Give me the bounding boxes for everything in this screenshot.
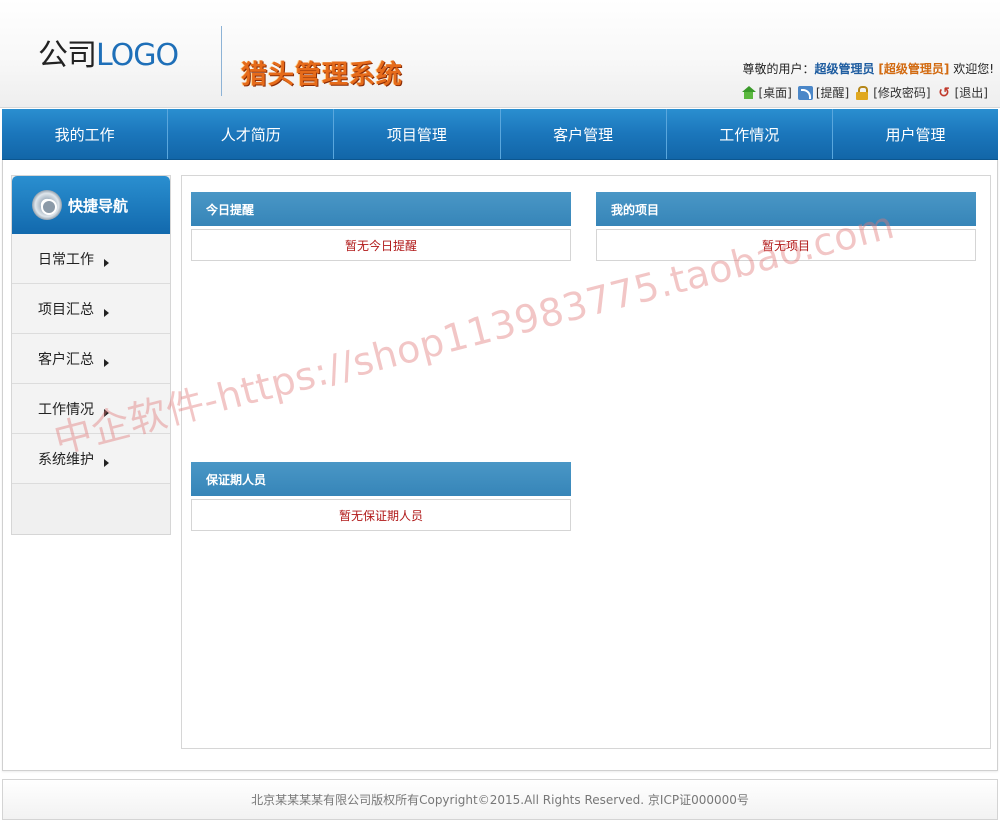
- copyright-text: 北京某某某某有限公司版权所有Copyright©2015.All Rights …: [251, 793, 749, 807]
- sidebar-item-daily-work[interactable]: 日常工作: [12, 234, 170, 284]
- logout-link-label: [退出]: [954, 86, 988, 100]
- exit-icon: ↺: [938, 85, 950, 101]
- arrow-right-icon: [104, 308, 109, 317]
- sidebar-item-label: 客户汇总: [38, 351, 94, 368]
- page-header: 公司LOGO 猎头管理系统 尊敬的用户：超级管理员 [超级管理员] 欢迎您! […: [0, 0, 1000, 108]
- change-password-link[interactable]: [修改密码]: [855, 84, 931, 102]
- sidebar-item-label: 系统维护: [38, 451, 94, 468]
- sidebar-item-label: 工作情况: [38, 401, 94, 418]
- change-password-link-label: [修改密码]: [873, 86, 931, 100]
- user-greeting: 尊敬的用户：超级管理员 [超级管理员] 欢迎您!: [743, 60, 994, 78]
- logo-divider: [221, 26, 222, 96]
- company-logo: 公司LOGO: [38, 38, 179, 74]
- greeting-prefix: 尊敬的用户：: [742, 62, 815, 76]
- panel-empty-text: 暂无保证期人员: [191, 499, 571, 531]
- system-title: 猎头管理系统: [241, 60, 404, 90]
- gear-icon: [32, 190, 62, 220]
- user-role: [超级管理员]: [878, 62, 950, 76]
- user-name: 超级管理员: [814, 62, 875, 76]
- arrow-right-icon: [104, 358, 109, 367]
- warranty-personnel-panel: 保证期人员 暂无保证期人员: [191, 462, 571, 531]
- today-reminder-panel: 今日提醒 暂无今日提醒: [191, 192, 571, 261]
- sidebar-header: 快捷导航: [12, 176, 170, 234]
- arrow-right-icon: [104, 258, 109, 267]
- sidebar: 快捷导航 日常工作 项目汇总 客户汇总 工作情况 系统维护: [11, 175, 171, 535]
- home-icon: [741, 86, 756, 100]
- nav-item-my-work[interactable]: 我的工作: [2, 109, 169, 159]
- nav-item-projects[interactable]: 项目管理: [334, 109, 501, 159]
- lock-icon: [855, 86, 870, 100]
- panel-empty-text: 暂无今日提醒: [191, 229, 571, 261]
- rss-icon: [797, 86, 813, 100]
- sidebar-item-label: 项目汇总: [38, 301, 94, 318]
- sidebar-item-work-status[interactable]: 工作情况: [12, 384, 170, 434]
- desktop-link-label: [桌面]: [758, 86, 792, 100]
- desktop-link[interactable]: [桌面]: [741, 84, 792, 102]
- content-area: 今日提醒 暂无今日提醒 我的项目 暂无项目 保证期人员 暂无保证期人员: [181, 175, 991, 749]
- logo-prefix: 公司: [38, 38, 97, 73]
- footer: 北京某某某某有限公司版权所有Copyright©2015.All Rights …: [2, 779, 998, 820]
- logout-link[interactable]: ↺ [退出]: [937, 84, 988, 102]
- sidebar-item-label: 日常工作: [38, 251, 94, 268]
- arrow-right-icon: [104, 408, 109, 417]
- nav-item-users[interactable]: 用户管理: [833, 109, 998, 159]
- sidebar-item-project-summary[interactable]: 项目汇总: [12, 284, 170, 334]
- sidebar-item-system-maintenance[interactable]: 系统维护: [12, 434, 170, 484]
- logo-word: LOGO: [96, 38, 179, 73]
- reminder-link[interactable]: [提醒]: [797, 84, 850, 102]
- my-projects-panel: 我的项目 暂无项目: [596, 192, 976, 261]
- panel-title: 我的项目: [596, 192, 976, 226]
- greeting-suffix: 欢迎您!: [953, 62, 994, 76]
- sidebar-item-client-summary[interactable]: 客户汇总: [12, 334, 170, 384]
- panel-title: 保证期人员: [191, 462, 571, 496]
- sidebar-title: 快捷导航: [68, 196, 129, 215]
- nav-item-clients[interactable]: 客户管理: [501, 109, 667, 159]
- panel-empty-text: 暂无项目: [596, 229, 976, 261]
- nav-item-resumes[interactable]: 人才简历: [168, 109, 335, 159]
- panel-title: 今日提醒: [191, 192, 571, 226]
- reminder-link-label: [提醒]: [815, 86, 850, 100]
- main-nav: 我的工作 人才简历 项目管理 客户管理 工作情况 用户管理: [2, 109, 998, 160]
- arrow-right-icon: [104, 458, 109, 467]
- quick-links: [桌面] [提醒] [修改密码] ↺ [退出]: [741, 84, 988, 102]
- nav-item-work-status[interactable]: 工作情况: [667, 109, 833, 159]
